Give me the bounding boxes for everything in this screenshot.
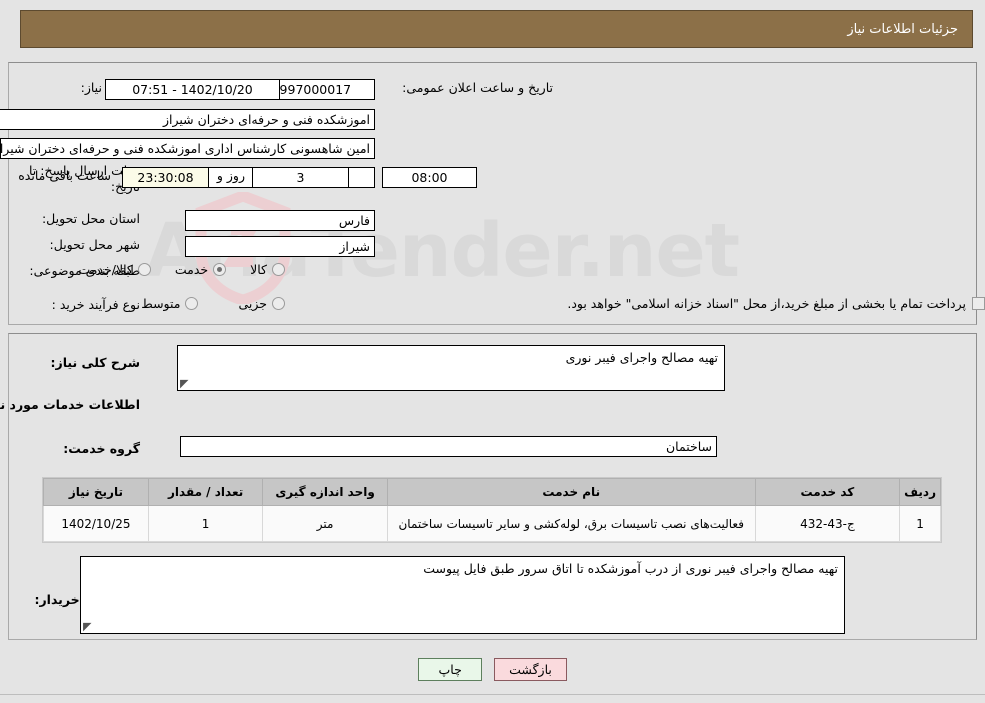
province-field[interactable]: فارس (185, 210, 375, 231)
action-button-bar: بازگشت چاپ (0, 658, 985, 681)
province-label: استان محل تحویل: (41, 211, 140, 226)
announce-datetime-field-wrap: 1402/10/20 - 07:51 (105, 79, 280, 100)
page-title-text: جزئیات اطلاعات نیاز (847, 21, 958, 37)
cell-quantity: 1 (147, 505, 264, 542)
print-button[interactable]: چاپ (418, 658, 483, 681)
service-group-field[interactable]: ساختمان (180, 436, 717, 457)
city-label-wrap: شهر محل تحویل: (50, 237, 140, 252)
province-label-wrap: استان محل تحویل: (42, 211, 140, 226)
announce-datetime-label-wrap: تاریخ و ساعت اعلان عمومی: (402, 80, 553, 95)
checkbox-icon[interactable] (972, 297, 985, 310)
services-table-wrapper: ردیف کد خدمت نام خدمت واحد اندازه گیری ت… (42, 477, 942, 543)
category-option-kala[interactable]: کالا (250, 262, 285, 277)
buyer-notes-value: تهیه مصالح واجرای فیبر نوری از درب آموزش… (423, 561, 838, 576)
city-field[interactable]: شیراز (185, 236, 375, 257)
services-heading-wrap: اطلاعات خدمات مورد نیاز (0, 397, 140, 412)
creator-field[interactable]: امین شاهسونی کارشناس اداری اموزشکده فنی … (0, 138, 375, 159)
cell-need-date: 1402/10/25 (43, 505, 149, 542)
col-header-unit: واحد اندازه گیری (262, 478, 388, 506)
announce-datetime-field[interactable]: 1402/10/20 - 07:51 (105, 79, 280, 100)
services-heading: اطلاعات خدمات مورد نیاز (0, 397, 140, 412)
cell-service-name: فعالیت‌های نصب تاسیسات برق، لوله‌کشی و س… (386, 505, 756, 542)
days-field-wrap: 3 (252, 167, 349, 188)
col-header-radif: ردیف (899, 478, 941, 506)
cell-unit: متر (262, 505, 388, 542)
service-group-label-wrap: گروه خدمت: (63, 441, 140, 456)
creator-field-wrap: امین شاهسونی کارشناس اداری اموزشکده فنی … (0, 138, 375, 159)
category-option-kala-khedmat[interactable]: کالا/خدمت (78, 262, 151, 277)
services-table: ردیف کد خدمت نام خدمت واحد اندازه گیری ت… (43, 478, 941, 542)
radio-icon[interactable] (272, 263, 285, 276)
general-desc-label-wrap: شرح کلی نیاز: (51, 355, 140, 370)
col-header-service-name: نام خدمت (386, 478, 756, 506)
buyer-org-field-wrap: اموزشکده فنی و حرفه‌ای دختران شیراز (0, 109, 375, 130)
general-desc-value: تهیه مصالح واجرای فیبر نوری (565, 350, 718, 365)
city-field-wrap: شیراز (185, 236, 375, 257)
category-option-label: کالا/خدمت (78, 262, 133, 277)
bottom-divider (0, 694, 985, 695)
days-label-wrap: روز و (216, 168, 245, 183)
col-header-service-code: کد خدمت (754, 478, 901, 506)
general-desc-label: شرح کلی نیاز: (50, 355, 140, 370)
countdown-label: ساعت باقی مانده (18, 168, 111, 183)
deadline-time-field-wrap: 08:00 (382, 167, 477, 188)
countdown-label-wrap: ساعت باقی مانده (18, 168, 111, 183)
radio-icon[interactable] (137, 263, 151, 276)
cell-service-code: ج-43-432 (754, 505, 901, 542)
category-option-khedmat[interactable]: خدمت (174, 262, 227, 277)
col-header-quantity: تعداد / مقدار (147, 478, 264, 506)
page-root: AriaTender.net جزئیات اطلاعات نیاز شماره… (0, 0, 985, 703)
service-group-label: گروه خدمت: (63, 441, 140, 456)
remaining-days-label: روز و (216, 168, 245, 183)
deadline-time-field[interactable]: 08:00 (382, 167, 477, 188)
city-label: شهر محل تحویل: (49, 237, 140, 252)
countdown-field-wrap: 23:30:08 (122, 167, 209, 188)
radio-icon[interactable] (213, 263, 227, 276)
category-radio-group: کالا خدمت کالا/خدمت (78, 262, 285, 277)
buyer-notes-textarea[interactable]: تهیه مصالح واجرای فیبر نوری از درب آموزش… (80, 556, 845, 634)
category-option-label: کالا (250, 262, 267, 277)
table-header-row: ردیف کد خدمت نام خدمت واحد اندازه گیری ت… (43, 478, 941, 506)
category-option-label: خدمت (174, 262, 209, 277)
service-group-field-wrap: ساختمان (180, 436, 717, 457)
announce-datetime-label: تاریخ و ساعت اعلان عمومی: (402, 80, 553, 95)
table-row[interactable]: 1 ج-43-432 فعالیت‌های نصب تاسیسات برق، ل… (43, 505, 941, 542)
col-header-need-date: تاریخ نیاز (43, 478, 149, 506)
page-title: جزئیات اطلاعات نیاز (20, 10, 973, 48)
back-button[interactable]: بازگشت (494, 658, 567, 681)
province-field-wrap: فارس (185, 210, 375, 231)
treasury-checkbox-label: پرداخت تمام یا بخشی از مبلغ خرید،از محل … (567, 296, 966, 311)
treasury-checkbox-row: پرداخت تمام یا بخشی از مبلغ خرید،از محل … (110, 296, 985, 311)
need-summary-panel (8, 62, 977, 325)
resize-grip-icon[interactable]: ◥ (180, 377, 190, 390)
cell-radif: 1 (899, 505, 941, 542)
countdown-timer-field: 23:30:08 (122, 167, 209, 188)
remaining-days-field[interactable]: 3 (252, 167, 349, 188)
buyer-org-field[interactable]: اموزشکده فنی و حرفه‌ای دختران شیراز (0, 109, 375, 130)
resize-grip-icon[interactable]: ◥ (83, 620, 93, 633)
general-desc-textarea[interactable]: تهیه مصالح واجرای فیبر نوری ◥ (177, 345, 725, 391)
